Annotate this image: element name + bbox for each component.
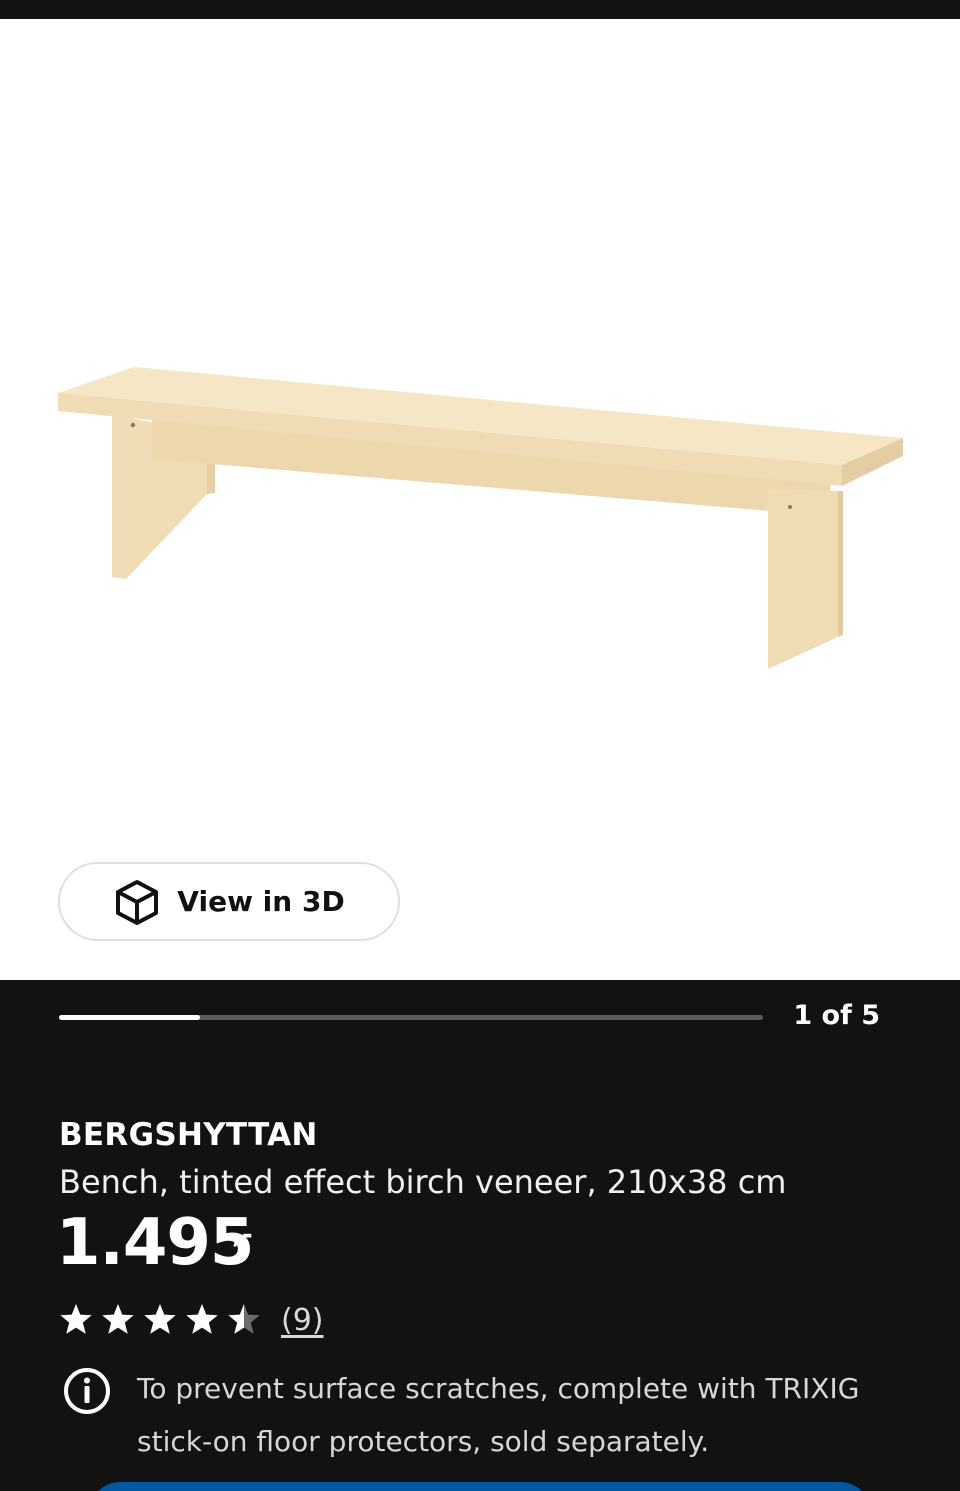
cube-icon (113, 878, 161, 926)
review-count-link[interactable]: (9) (281, 1303, 324, 1338)
notice-text: To prevent surface scratches, complete w… (137, 1372, 860, 1458)
product-description: Bench, tinted effect birch veneer, 210x3… (59, 1163, 787, 1201)
product-image-gallery[interactable]: View in 3D (0, 19, 960, 980)
product-name: BERGSHYTTAN (59, 1117, 318, 1153)
star-icon (144, 1304, 176, 1334)
add-to-cart-button[interactable] (90, 1482, 870, 1491)
view-in-3d-label: View in 3D (177, 885, 345, 918)
gallery-progress-fill (59, 1015, 200, 1020)
view-in-3d-button[interactable]: View in 3D (58, 862, 400, 941)
gallery-counter: 1 of 5 (793, 1000, 880, 1031)
price-suffix: ,- (232, 1220, 253, 1250)
star-icon (102, 1304, 134, 1334)
product-rating[interactable]: (9) (59, 1300, 324, 1340)
status-bar (0, 0, 960, 19)
star-icon (60, 1304, 92, 1334)
rating-stars (59, 1303, 261, 1337)
star-icon (228, 1304, 260, 1334)
bench-image (58, 367, 903, 669)
star-icon (186, 1304, 218, 1334)
gallery-progress-bar (59, 1015, 763, 1020)
info-icon (64, 1368, 110, 1414)
product-price: 1.495 (56, 1206, 254, 1280)
